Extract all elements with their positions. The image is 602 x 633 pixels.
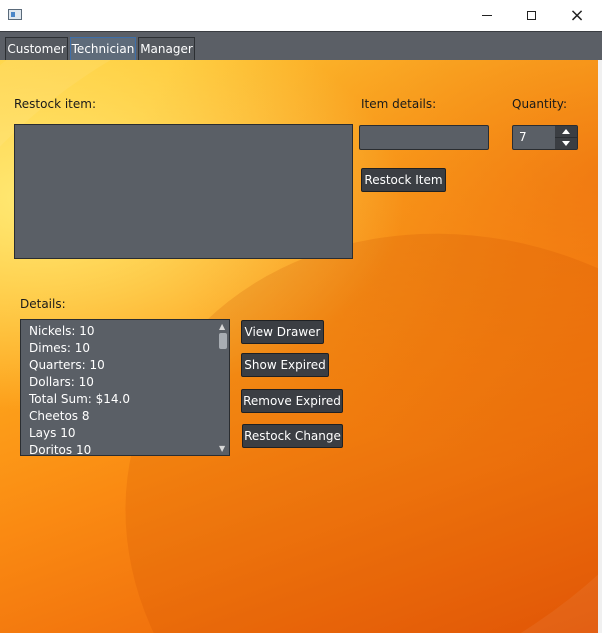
list-item: Nickels: 10 bbox=[29, 324, 95, 338]
list-item: Cheetos 8 bbox=[29, 409, 90, 423]
list-item: Dollars: 10 bbox=[29, 375, 94, 389]
quantity-label: Quantity: bbox=[512, 97, 568, 111]
app-window-icon bbox=[8, 9, 22, 20]
maximize-icon bbox=[526, 11, 536, 20]
restock-item-list[interactable] bbox=[14, 124, 353, 259]
view-drawer-button[interactable]: View Drawer bbox=[241, 320, 324, 344]
tab-manager[interactable]: Manager bbox=[138, 37, 195, 60]
minimize-button[interactable] bbox=[464, 0, 510, 31]
quantity-increment-button[interactable] bbox=[555, 126, 577, 138]
list-item: Lays 10 bbox=[29, 426, 76, 440]
title-bar: × bbox=[0, 0, 602, 31]
arrow-down-icon bbox=[562, 141, 570, 146]
list-item: Total Sum: $14.0 bbox=[29, 392, 130, 406]
tab-technician[interactable]: Technician bbox=[70, 37, 136, 60]
window-border bbox=[598, 60, 602, 633]
restock-item-button[interactable]: Restock Item bbox=[361, 168, 446, 192]
tab-strip: Customer Technician Manager bbox=[0, 31, 602, 60]
maximize-button[interactable] bbox=[508, 0, 554, 31]
scroll-down-icon[interactable]: ▼ bbox=[219, 445, 225, 453]
details-list[interactable]: Nickels: 10 Dimes: 10 Quarters: 10 Dolla… bbox=[20, 319, 230, 456]
restock-change-button[interactable]: Restock Change bbox=[242, 424, 343, 448]
quantity-decrement-button[interactable] bbox=[555, 138, 577, 149]
restock-item-label: Restock item: bbox=[14, 97, 96, 111]
item-details-input[interactable] bbox=[359, 125, 489, 150]
close-button[interactable]: × bbox=[554, 0, 600, 31]
details-label: Details: bbox=[20, 297, 66, 311]
list-item: Dimes: 10 bbox=[29, 341, 91, 355]
details-scrollbar[interactable]: ▲ ▼ bbox=[217, 321, 229, 454]
tab-customer[interactable]: Customer bbox=[5, 37, 68, 60]
quantity-value[interactable]: 7 bbox=[519, 130, 527, 144]
minimize-icon bbox=[482, 15, 492, 16]
show-expired-button[interactable]: Show Expired bbox=[241, 353, 329, 377]
arrow-up-icon bbox=[562, 129, 570, 134]
scroll-up-icon[interactable]: ▲ bbox=[219, 323, 225, 331]
quantity-spinner[interactable]: 7 bbox=[512, 125, 578, 150]
item-details-label: Item details: bbox=[361, 97, 437, 111]
remove-expired-button[interactable]: Remove Expired bbox=[241, 389, 343, 413]
list-item: Doritos 10 bbox=[29, 443, 92, 456]
list-item: Quarters: 10 bbox=[29, 358, 105, 372]
close-icon: × bbox=[569, 4, 585, 26]
scroll-thumb[interactable] bbox=[219, 333, 227, 349]
